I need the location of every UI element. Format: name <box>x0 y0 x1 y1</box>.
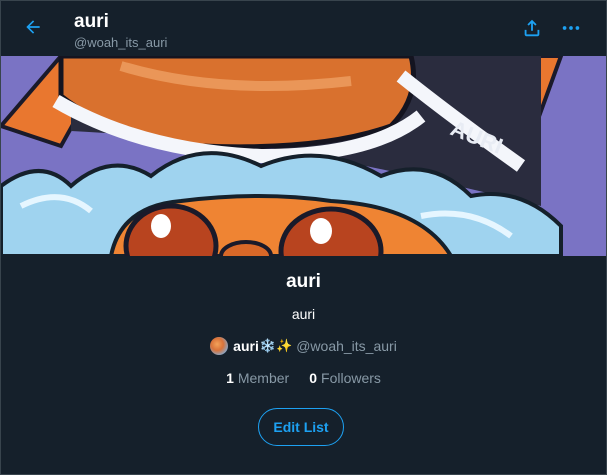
owner-emoji: ❄️✨ <box>259 338 293 353</box>
list-stats: 1 Member 0 Followers <box>1 370 606 386</box>
header-handle: @woah_its_auri <box>74 35 168 50</box>
list-description: auri <box>291 306 316 322</box>
arrow-left-icon <box>23 17 43 42</box>
owner-handle[interactable]: @woah_its_auri <box>296 338 397 354</box>
header-title-block: auri @woah_its_auri <box>74 11 167 52</box>
owner-avatar[interactable] <box>210 337 229 355</box>
back-button[interactable] <box>17 13 49 45</box>
share-icon <box>521 17 543 44</box>
header-title: auri <box>74 11 109 32</box>
list-banner-image: AURI <box>1 56 606 256</box>
list-page: auri @woah_its_auri AURI auri auri auri … <box>0 0 607 475</box>
members-link[interactable]: 1 Member <box>226 370 289 386</box>
owner-name[interactable]: auri <box>233 338 259 354</box>
share-button[interactable] <box>515 13 549 47</box>
edit-list-button[interactable]: Edit List <box>258 408 344 446</box>
members-label: Member <box>237 370 290 386</box>
more-dots-icon <box>560 17 582 44</box>
more-button[interactable] <box>554 13 588 47</box>
followers-count: 0 <box>309 370 318 386</box>
members-count: 1 <box>226 370 234 386</box>
list-owner[interactable]: auri ❄️✨ @woah_its_auri <box>1 337 606 355</box>
followers-label: Followers <box>321 370 381 386</box>
followers-link[interactable]: 0 Followers <box>309 370 381 386</box>
list-name: auri <box>286 271 321 292</box>
page-header: auri @woah_its_auri <box>1 1 606 56</box>
